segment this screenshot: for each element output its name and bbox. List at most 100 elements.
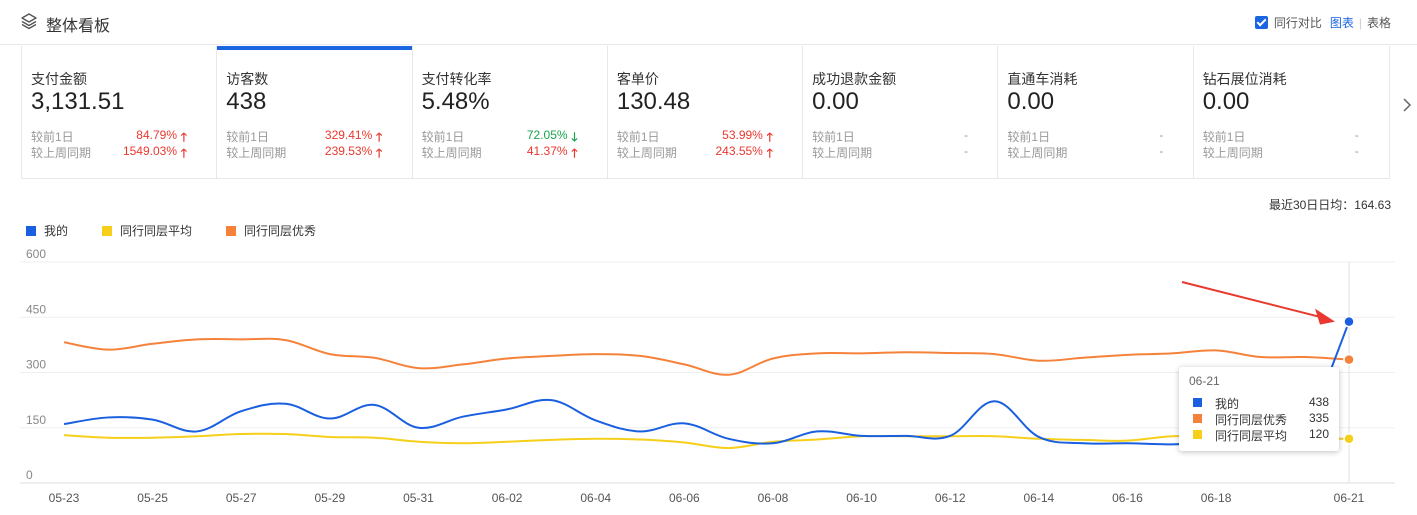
compare-label: 较上周同期	[812, 146, 873, 160]
x-tick-label: 06-02	[492, 491, 523, 505]
x-tick-label: 05-25	[137, 491, 168, 505]
legend-swatch	[26, 225, 36, 236]
metric-card-diamond-booth-cost[interactable]: 钻石展位消耗 0.00 较前1日 - 较上周同期 -	[1194, 46, 1389, 178]
compare-prev-day: 较前1日 84.79% 🡑	[31, 128, 211, 145]
legend-item-peer-avg[interactable]: 同行同层平均	[102, 222, 192, 239]
tooltip-date: 06-21	[1189, 374, 1220, 388]
compare-label: 较前1日	[1202, 130, 1246, 144]
x-tick-label: 06-18	[1201, 491, 1232, 505]
chart-legend: 我的 同行同层平均 同行同层优秀	[26, 222, 350, 239]
metric-value: 0.00	[1202, 88, 1250, 115]
compare-pct: -	[1159, 144, 1164, 158]
compare-pct: -	[964, 144, 969, 158]
metric-card-through-train-cost[interactable]: 直通车消耗 0.00 较前1日 - 较上周同期 -	[998, 46, 1194, 178]
compare-prev-day: 较前1日 -	[1007, 128, 1187, 145]
compare-label: 较上周同期	[226, 146, 287, 160]
tooltip-swatch	[1193, 414, 1202, 423]
metric-label: 成功退款金额	[812, 71, 897, 87]
metric-card-conversion-rate[interactable]: 支付转化率 5.48% 较前1日 72.05% 🡓 较上周同期 41.37% 🡑	[413, 46, 608, 178]
compare-pct: 329.41%	[324, 128, 373, 142]
view-chart-link[interactable]: 图表	[1330, 14, 1354, 31]
metric-label: 支付金额	[31, 71, 87, 87]
thirty-day-average: 最近30日日均：164.63	[1268, 198, 1391, 212]
data-point-peer-top	[1343, 353, 1355, 366]
compare-prev-day: 较前1日 329.41% 🡑	[226, 128, 406, 145]
compare-pct: -	[964, 128, 969, 142]
x-tick-label: 05-27	[226, 491, 257, 505]
chevron-right-icon[interactable]	[1401, 96, 1413, 114]
y-tick-label: 450	[26, 302, 46, 316]
compare-prev-day: 较前1日 72.05% 🡓	[422, 128, 602, 145]
arrow-up-icon: 🡑	[571, 146, 578, 160]
layers-icon	[21, 13, 37, 30]
compare-last-week: 较上周同期 -	[1007, 144, 1187, 161]
series-line-peer-top	[63, 337, 1350, 376]
tooltip-series-value: 438	[1308, 395, 1329, 409]
compare-label: 较上周同期	[1202, 146, 1263, 160]
legend-swatch	[226, 225, 237, 236]
x-tick-label: 05-29	[315, 491, 346, 505]
dashboard-header: 整体看板 同行对比 图表 | 表格	[0, 0, 1417, 45]
metric-label: 支付转化率	[421, 71, 492, 87]
compare-label: 较前1日	[616, 130, 660, 144]
compare-label: 较前1日	[812, 130, 855, 144]
metric-value: 5.48%	[421, 88, 490, 115]
metric-cards: 支付金额 3,131.51 较前1日 84.79% 🡑 较上周同期 1549.03% 🡑…	[21, 46, 1390, 179]
tooltip-series-name: 我的	[1215, 397, 1240, 411]
x-tick-label: 06-14	[1023, 491, 1054, 505]
compare-label: 较前1日	[31, 130, 74, 144]
compare-pct: -	[1159, 128, 1164, 142]
metric-card-avg-order-value[interactable]: 客单价 130.48 较前1日 53.99% 🡑 较上周同期 243.55% 🡑	[608, 46, 804, 178]
metric-card-payment-amount[interactable]: 支付金额 3,131.51 较前1日 84.79% 🡑 较上周同期 1549.03% 🡑	[22, 46, 218, 178]
legend-label: 同行同层平均	[120, 224, 193, 238]
data-point-mine	[1343, 315, 1355, 328]
compare-label: 较上周同期	[1007, 146, 1068, 160]
x-tick-label: 06-10	[846, 491, 877, 505]
metric-value: 438	[226, 88, 267, 115]
peer-compare-checkbox[interactable]	[1254, 16, 1268, 29]
compare-prev-day: 较前1日 -	[1203, 128, 1383, 145]
compare-pct: -	[1354, 128, 1359, 142]
annotation-arrow	[1181, 281, 1328, 320]
y-tick-label: 150	[26, 413, 46, 427]
compare-pct: 84.79%	[136, 128, 177, 142]
view-table-link[interactable]: 表格	[1367, 14, 1391, 31]
x-tick-label: 06-06	[669, 491, 700, 505]
peer-compare-label[interactable]: 同行对比	[1274, 14, 1322, 31]
compare-label: 较前1日	[421, 130, 465, 144]
x-tick-label: 05-23	[49, 491, 80, 505]
compare-pct: 41.37%	[526, 144, 568, 158]
legend-swatch	[102, 225, 113, 236]
compare-prev-day: 较前1日 -	[812, 128, 992, 145]
compare-pct: 239.53%	[324, 144, 373, 158]
x-tick-label: 06-04	[580, 491, 611, 505]
metric-card-refund-amount[interactable]: 成功退款金额 0.00 较前1日 - 较上周同期 -	[803, 46, 999, 178]
compare-last-week: 较上周同期 239.53% 🡑	[226, 144, 406, 161]
page-title: 整体看板	[46, 18, 111, 35]
compare-pct: 243.55%	[715, 144, 763, 158]
chart-tooltip: 06-21 我的 438 同行同层优秀 335 同行同层平均 120	[1179, 367, 1339, 451]
arrow-up-icon: 🡑	[376, 146, 383, 160]
y-tick-label: 0	[26, 468, 33, 482]
compare-last-week: 较上周同期 -	[812, 144, 992, 161]
metric-value: 0.00	[812, 88, 859, 115]
x-tick-label: 05-31	[403, 491, 434, 505]
tooltip-series-name: 同行同层平均	[1215, 429, 1288, 443]
metric-card-visitors[interactable]: 访客数 438 较前1日 329.41% 🡑 较上周同期 239.53% 🡑	[217, 46, 413, 178]
legend-item-peer-top[interactable]: 同行同层优秀	[226, 222, 316, 239]
tooltip-swatch	[1193, 398, 1202, 407]
compare-last-week: 较上周同期 41.37% 🡑	[422, 144, 602, 161]
arrow-up-icon: 🡑	[766, 146, 773, 160]
metric-value: 0.00	[1007, 88, 1055, 115]
metric-value: 3,131.51	[31, 88, 125, 115]
tooltip-series-value: 335	[1308, 411, 1329, 425]
series-line-peer-avg	[63, 432, 1349, 450]
compare-last-week: 较上周同期 -	[1203, 144, 1383, 161]
y-tick-label: 300	[26, 358, 46, 372]
compare-last-week: 较上周同期 243.55% 🡑	[617, 144, 797, 161]
compare-last-week: 较上周同期 1549.03% 🡑	[31, 144, 211, 161]
metric-label: 钻石展位消耗	[1202, 71, 1287, 87]
compare-label: 较前1日	[1007, 130, 1051, 144]
legend-item-mine[interactable]: 我的	[26, 222, 68, 239]
x-tick-label: 06-21	[1334, 491, 1365, 505]
